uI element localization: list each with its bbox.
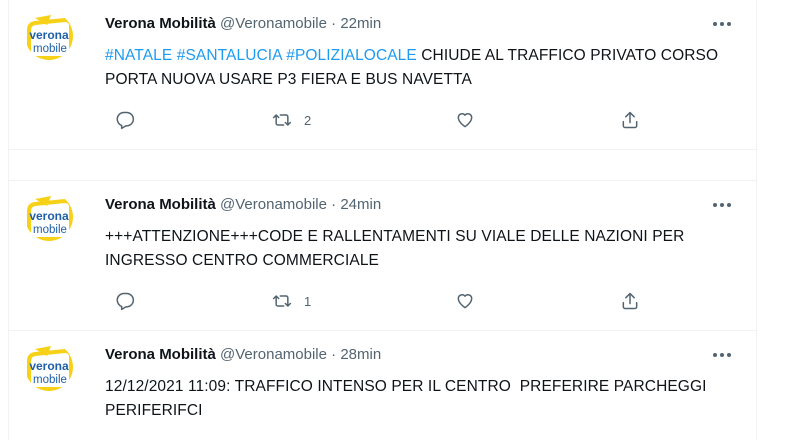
more-icon[interactable]	[710, 14, 734, 34]
tweet-actions: 1	[105, 290, 665, 312]
user-handle[interactable]: @Veronamobile	[220, 15, 327, 32]
svg-text:mobile: mobile	[33, 43, 67, 55]
tweet-header: Verona Mobilità @Veronamobile · 28min	[105, 345, 381, 365]
tweet[interactable]: verona mobile Verona Mobilità @Veronamob…	[9, 331, 756, 440]
retweet-count: 1	[304, 293, 312, 309]
hashtag-link[interactable]: #NATALE	[105, 47, 172, 64]
timeline-separator	[9, 150, 756, 181]
more-icon[interactable]	[710, 345, 734, 365]
retweet-icon	[272, 114, 292, 126]
like-button[interactable]	[455, 109, 475, 131]
verona-mobile-logo: verona mobile	[25, 193, 73, 241]
separator: ·	[331, 196, 337, 213]
verona-mobile-logo: verona mobile	[25, 12, 73, 60]
share-button[interactable]	[620, 290, 640, 312]
timestamp[interactable]: 28min	[340, 346, 381, 363]
retweet-button[interactable]: 1	[272, 290, 311, 312]
display-name[interactable]: Verona Mobilità	[105, 196, 216, 213]
tweet-actions: 2	[105, 109, 665, 131]
share-button[interactable]	[620, 109, 640, 131]
timestamp[interactable]: 22min	[340, 15, 381, 32]
share-icon	[622, 111, 638, 129]
tweet-header: Verona Mobilità @Veronamobile · 24min	[105, 195, 381, 215]
tweet-text: #NATALE #SANTALUCIA #POLIZIALOCALE CHIUD…	[105, 44, 745, 92]
avatar[interactable]: verona mobile	[25, 193, 73, 241]
user-handle[interactable]: @Veronamobile	[220, 196, 327, 213]
tweet-text: 12/12/2021 11:09: TRAFFICO INTENSO PER I…	[105, 378, 711, 419]
separator: ·	[331, 346, 337, 363]
svg-text:mobile: mobile	[33, 224, 67, 236]
svg-text:verona: verona	[29, 209, 69, 223]
hashtag-link[interactable]: #SANTALUCIA	[177, 47, 282, 64]
reply-icon	[116, 292, 135, 311]
tweet[interactable]: verona mobile Verona Mobilità @Veronamob…	[9, 181, 756, 331]
reply-icon	[116, 111, 135, 130]
retweet-icon	[272, 295, 292, 307]
display-name[interactable]: Verona Mobilità	[105, 15, 216, 32]
svg-text:verona: verona	[29, 28, 69, 42]
reply-button[interactable]	[115, 290, 135, 312]
display-name[interactable]: Verona Mobilità	[105, 346, 216, 363]
more-icon[interactable]	[710, 195, 734, 215]
separator: ·	[331, 15, 337, 32]
verona-mobile-logo: verona mobile	[25, 343, 73, 391]
share-icon	[622, 292, 638, 310]
svg-text:verona: verona	[29, 359, 69, 373]
tweet-header: Verona Mobilità @Veronamobile · 22min	[105, 14, 381, 34]
retweet-button[interactable]: 2	[272, 109, 311, 131]
retweet-count: 2	[304, 112, 312, 128]
reply-button[interactable]	[115, 109, 135, 131]
avatar[interactable]: verona mobile	[25, 12, 73, 60]
hashtag-link[interactable]: #POLIZIALOCALE	[286, 47, 417, 64]
tweet-text: +++ATTENZIONE+++CODE E RALLENTAMENTI SU …	[105, 228, 685, 269]
svg-text:mobile: mobile	[33, 374, 67, 386]
avatar[interactable]: verona mobile	[25, 343, 73, 391]
user-handle[interactable]: @Veronamobile	[220, 346, 327, 363]
like-button[interactable]	[455, 290, 475, 312]
timestamp[interactable]: 24min	[340, 196, 381, 213]
timeline: verona mobile Verona Mobilità @Veronamob…	[8, 0, 757, 440]
tweet[interactable]: verona mobile Verona Mobilità @Veronamob…	[9, 0, 756, 150]
like-icon	[457, 113, 473, 128]
like-icon	[457, 294, 473, 309]
